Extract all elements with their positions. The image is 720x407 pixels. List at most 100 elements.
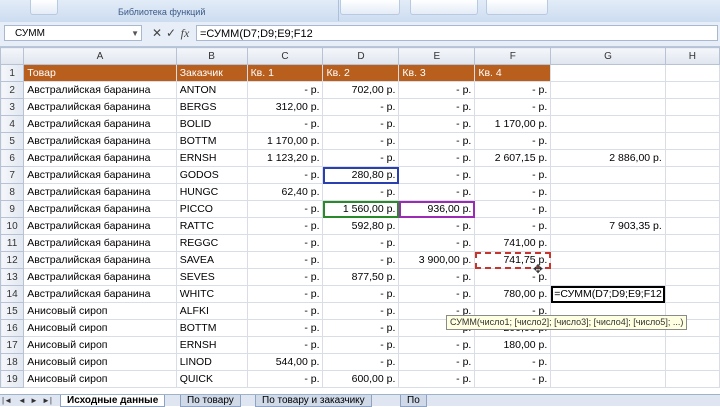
cell[interactable]: RATTC xyxy=(175,217,248,235)
insert-function-icon[interactable]: fx xyxy=(178,26,192,40)
cell[interactable]: - р. xyxy=(322,98,400,116)
cancel-icon[interactable]: ✕ xyxy=(150,26,164,40)
cell[interactable]: - р. xyxy=(322,319,400,337)
cell[interactable]: - р. xyxy=(474,353,552,371)
cell[interactable]: ALFKI xyxy=(175,302,248,320)
cell[interactable]: 702,00 р. xyxy=(322,81,400,99)
row-header[interactable]: 3 xyxy=(0,98,25,116)
row-header[interactable]: 10 xyxy=(0,217,25,235)
sheet-tab-by-product-customer[interactable]: По товару и заказчику xyxy=(255,395,372,407)
cell[interactable]: Анисовый сироп xyxy=(23,353,177,371)
cell[interactable] xyxy=(550,98,666,116)
cell[interactable] xyxy=(550,81,666,99)
row-header[interactable]: 4 xyxy=(0,115,25,133)
cell[interactable]: WHITC xyxy=(175,285,248,303)
sheet-tab-by-more[interactable]: По xyxy=(400,395,427,407)
cell[interactable]: - р. xyxy=(246,251,324,269)
cell[interactable]: - р. xyxy=(398,217,476,235)
cell[interactable]: Австралийская баранина xyxy=(23,251,177,269)
column-header[interactable]: B xyxy=(175,47,248,65)
cell[interactable]: - р. xyxy=(246,285,324,303)
header-cell[interactable]: Товар xyxy=(23,64,177,82)
cell[interactable] xyxy=(550,115,666,133)
cell[interactable]: - р. xyxy=(322,234,400,252)
last-sheet-icon[interactable]: ►| xyxy=(42,395,52,406)
cell[interactable]: - р. xyxy=(474,370,552,388)
cell[interactable] xyxy=(664,183,720,201)
column-header[interactable]: F xyxy=(474,47,552,65)
row-header[interactable]: 6 xyxy=(0,149,25,167)
cell[interactable]: Анисовый сироп xyxy=(23,302,177,320)
cell[interactable] xyxy=(664,217,720,235)
cell[interactable]: - р. xyxy=(474,217,552,235)
cell[interactable] xyxy=(664,115,720,133)
first-sheet-icon[interactable]: |◄ xyxy=(2,395,12,406)
cell[interactable] xyxy=(550,353,666,371)
cell[interactable]: - р. xyxy=(246,166,324,184)
cell[interactable] xyxy=(550,200,666,218)
cell[interactable]: Австралийская баранина xyxy=(23,81,177,99)
prev-sheet-icon[interactable]: ◄ xyxy=(18,395,26,406)
cell[interactable]: - р. xyxy=(398,183,476,201)
cell[interactable]: - р. xyxy=(246,302,324,320)
header-cell[interactable]: Кв. 3 xyxy=(398,64,476,82)
cell[interactable]: BOLID xyxy=(175,115,248,133)
cell[interactable]: 3 900,00 р. xyxy=(398,251,476,269)
ribbon-button-watch[interactable] xyxy=(486,0,548,15)
cell[interactable]: - р. xyxy=(474,81,552,99)
cell[interactable] xyxy=(664,251,720,269)
cell[interactable]: - р. xyxy=(398,353,476,371)
cell[interactable]: - р. xyxy=(398,149,476,167)
cell[interactable] xyxy=(550,336,666,354)
cell[interactable]: 312,00 р. xyxy=(246,98,324,116)
cell[interactable] xyxy=(664,98,720,116)
cell[interactable]: Австралийская баранина xyxy=(23,285,177,303)
cell[interactable]: 780,00 р. xyxy=(474,285,552,303)
select-all-corner[interactable] xyxy=(0,47,25,65)
row-header[interactable]: 2 xyxy=(0,81,25,99)
row-header[interactable]: 19 xyxy=(0,370,25,388)
enter-icon[interactable]: ✓ xyxy=(164,26,178,40)
cell[interactable]: - р. xyxy=(398,268,476,286)
cell[interactable]: - р. xyxy=(398,98,476,116)
cell[interactable]: SAVEA xyxy=(175,251,248,269)
header-cell[interactable] xyxy=(664,64,720,82)
cell[interactable]: - р. xyxy=(398,370,476,388)
cell[interactable]: BOTTM xyxy=(175,319,248,337)
cell[interactable]: 62,40 р. xyxy=(246,183,324,201)
name-box[interactable]: СУММ ▼ xyxy=(4,25,142,41)
cell[interactable]: 2 886,00 р. xyxy=(550,149,666,167)
cell[interactable] xyxy=(664,285,720,303)
cell[interactable]: 600,00 р. xyxy=(322,370,400,388)
cell[interactable]: - р. xyxy=(246,268,324,286)
cell[interactable] xyxy=(664,132,720,150)
column-header[interactable]: C xyxy=(246,47,324,65)
row-header[interactable]: 14 xyxy=(0,285,25,303)
cell[interactable] xyxy=(550,166,666,184)
ribbon-button-dependencies[interactable] xyxy=(410,0,478,15)
row-header[interactable]: 8 xyxy=(0,183,25,201)
cell[interactable]: - р. xyxy=(246,200,324,218)
row-header[interactable]: 1 xyxy=(0,64,25,82)
next-sheet-icon[interactable]: ► xyxy=(30,395,38,406)
cell[interactable] xyxy=(664,81,720,99)
row-header[interactable]: 17 xyxy=(0,336,25,354)
cell[interactable]: - р. xyxy=(322,183,400,201)
cell[interactable]: 1 560,00 р. xyxy=(322,200,400,218)
cell[interactable]: Австралийская баранина xyxy=(23,149,177,167)
cell[interactable]: - р. xyxy=(246,336,324,354)
header-cell[interactable] xyxy=(550,64,666,82)
cell[interactable]: 1 170,00 р. xyxy=(474,115,552,133)
cell[interactable]: - р. xyxy=(398,132,476,150)
cell[interactable]: HUNGC xyxy=(175,183,248,201)
cell[interactable] xyxy=(550,370,666,388)
cell[interactable]: Анисовый сироп xyxy=(23,336,177,354)
cell[interactable]: 741,00 р. xyxy=(474,234,552,252)
cell[interactable]: ERNSH xyxy=(175,149,248,167)
cell[interactable]: - р. xyxy=(246,319,324,337)
cell[interactable]: - р. xyxy=(246,217,324,235)
cell[interactable]: - р. xyxy=(322,353,400,371)
cell[interactable]: - р. xyxy=(474,98,552,116)
cell[interactable]: Австралийская баранина xyxy=(23,115,177,133)
row-header[interactable]: 5 xyxy=(0,132,25,150)
